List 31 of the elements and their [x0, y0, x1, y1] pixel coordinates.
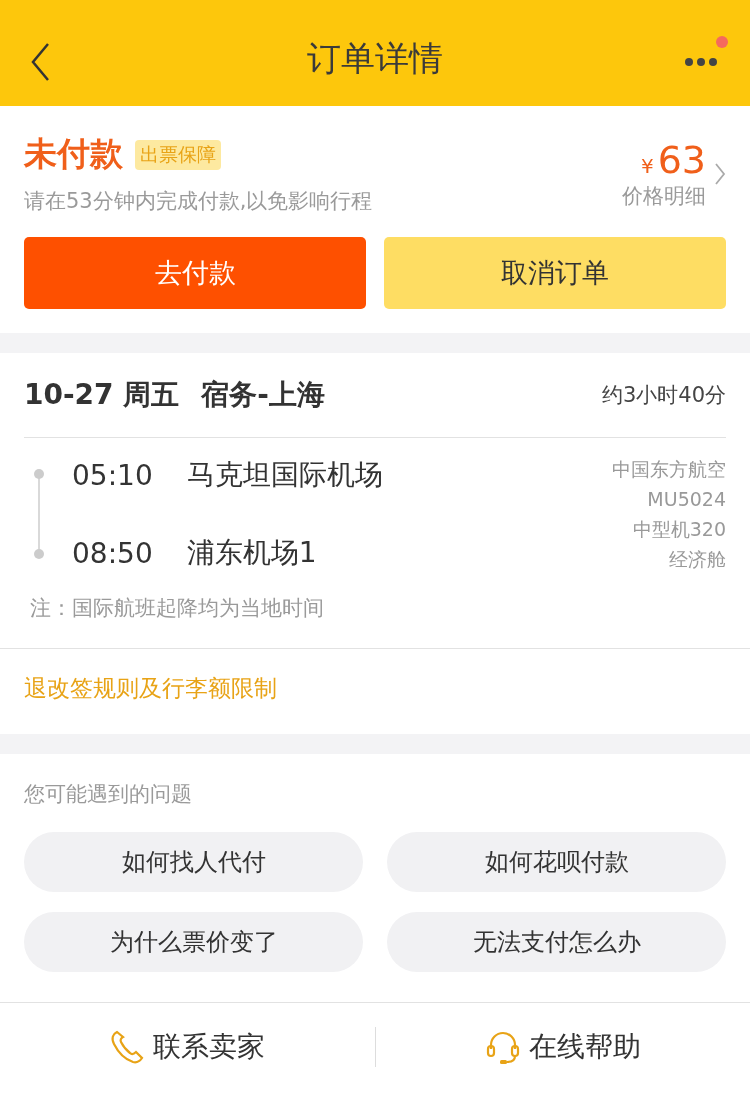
question-button[interactable]: 无法支付怎么办: [387, 912, 726, 972]
currency-symbol: ¥: [640, 153, 654, 178]
flight-time: 05:10: [72, 458, 153, 492]
price-amount: 63: [657, 137, 706, 182]
order-status: 未付款: [24, 133, 123, 175]
flight-time: 08:50: [72, 536, 153, 570]
flight-date: 10-27 周五: [24, 377, 180, 413]
chevron-icon: [714, 161, 726, 186]
price-detail-label: 价格明细: [622, 182, 706, 210]
flight-detail: 经济舱: [669, 547, 726, 572]
guarantee-badge: 出票保障: [135, 139, 221, 170]
back-icon[interactable]: [30, 42, 50, 82]
flight-detail: 中型机320: [632, 517, 726, 542]
question-button[interactable]: 如何花呗付款: [387, 832, 726, 892]
flight-route: 宿务-上海: [201, 377, 326, 413]
time-note: 注：国际航班起降均为当地时间: [29, 595, 325, 622]
cancel-order-button[interactable]: 取消订单: [384, 237, 726, 309]
contact-seller-button[interactable]: 联系卖家: [0, 1027, 375, 1066]
faq-title: 您可能遇到的问题: [24, 781, 193, 808]
airport-name: 马克坦国际机场: [186, 457, 383, 493]
question-button[interactable]: 如何找人代付: [24, 832, 363, 892]
phone-icon: [109, 1028, 146, 1065]
question-button[interactable]: 为什么票价变了: [24, 912, 363, 972]
flight-detail: 中国东方航空: [612, 457, 726, 482]
payment-notice: 请在53分钟内完成付款,以免影响行程: [24, 188, 373, 215]
airport-name: 浦东机场1: [186, 535, 317, 571]
online-help-button[interactable]: 在线帮助: [375, 1027, 750, 1066]
flight-detail: MU5024: [647, 487, 726, 512]
more-icon: [684, 56, 718, 68]
flight-duration: 约3小时40分: [601, 382, 726, 409]
page-title: 订单详情: [307, 37, 443, 80]
